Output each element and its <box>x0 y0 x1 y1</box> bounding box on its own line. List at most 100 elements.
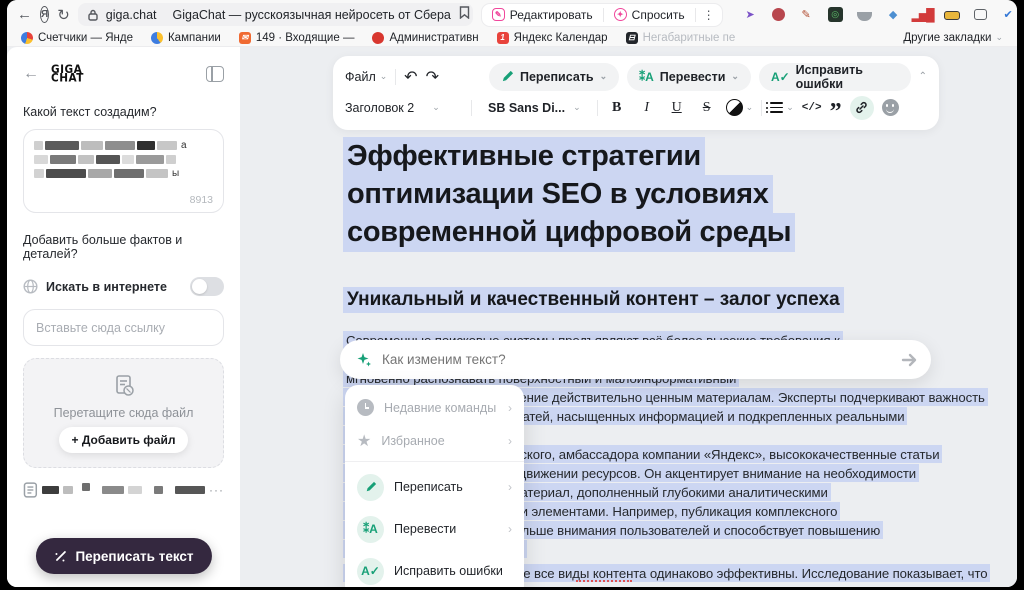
back-arrow-icon[interactable]: ← <box>23 65 39 83</box>
bookmark-admin[interactable]: Административн <box>372 32 478 44</box>
bookmark-campaigns[interactable]: Кампании <box>151 32 221 44</box>
document-icon <box>23 482 38 498</box>
document-h1-line: оптимизации SEO в условиях <box>343 175 773 214</box>
link-input[interactable] <box>23 309 224 346</box>
spellcheck-icon: A✓ <box>771 70 790 84</box>
emoji-button[interactable] <box>882 99 899 116</box>
redacted-text <box>63 486 73 494</box>
bookmark-metrika[interactable]: Счетчики — Янде <box>21 32 133 44</box>
magic-pencil-icon <box>53 549 67 563</box>
edit-icon: ✎ <box>492 8 505 21</box>
red-circle-extension-icon[interactable] <box>772 8 785 21</box>
bookmark-label: Кампании <box>168 32 221 44</box>
bullet-list-icon <box>770 102 783 112</box>
dark-favicon: ⊟ <box>626 32 638 44</box>
clock-icon <box>357 399 374 416</box>
bookmark-label: Счетчики — Янде <box>38 32 133 44</box>
menu-item-fix-errors[interactable]: A✓ Исправить ошибки <box>345 550 524 587</box>
bar-chart-extension-icon[interactable]: ▂▅█ <box>915 7 930 22</box>
person-check-extension-icon[interactable]: ✔ <box>1001 7 1016 22</box>
redacted-text <box>175 486 205 494</box>
bookmark-label: Негабаритные пе <box>643 32 736 44</box>
rewrite-text-button[interactable]: Переписать текст <box>35 538 211 574</box>
menu-item-favorites[interactable]: ★ Избранное › <box>345 424 524 457</box>
back-icon[interactable]: ← <box>17 6 32 23</box>
collapse-toolbar-icon[interactable]: ⌃ <box>919 71 927 82</box>
bookmark-inbox[interactable]: ✉ 149 · Входящие — <box>239 32 355 44</box>
globe-icon <box>23 279 38 294</box>
pencil-extension-icon[interactable]: ✎ <box>799 7 814 22</box>
menu-item-translate[interactable]: ⁑A Перевести › <box>345 508 524 550</box>
gigachat-app: ← GIGA CHAT Какой текст создадим? а <box>7 47 1017 587</box>
sparkle-icon <box>356 352 372 368</box>
gray-shape-extension-icon[interactable] <box>857 12 872 21</box>
code-button[interactable]: </> <box>802 102 822 114</box>
fix-errors-button[interactable]: A✓ Исправить ошибки <box>759 63 911 91</box>
other-bookmarks-button[interactable]: Другие закладки ⌄ <box>903 32 1003 44</box>
redacted-text <box>102 486 124 494</box>
file-menu-button[interactable]: Файл ⌄ <box>345 70 387 84</box>
menu-item-rewrite[interactable]: Переписать › <box>345 466 524 508</box>
translate-button[interactable]: ⁑A Перевести ⌄ <box>627 63 751 91</box>
chevron-right-icon: › <box>508 434 512 448</box>
battery-extension-icon[interactable] <box>944 11 960 20</box>
cube-extension-icon[interactable]: ◆ <box>886 7 901 22</box>
redacted-text <box>82 483 90 491</box>
sidebar: ← GIGA CHAT Какой текст создадим? а <box>7 47 240 587</box>
link-button[interactable] <box>850 96 874 120</box>
file-dropzone[interactable]: Перетащите сюда файл + Добавить файл <box>23 358 224 468</box>
flag-extension-icon[interactable] <box>974 9 987 20</box>
bold-button[interactable]: B <box>606 100 628 116</box>
bookmark-oversized[interactable]: ⊟ Негабаритные пе <box>626 32 736 44</box>
browser-chrome: ← Я ↻ giga.chat GigaChat — русскоязычная… <box>7 0 1017 47</box>
font-dropdown[interactable]: SB Sans Di... ⌄ <box>480 101 589 115</box>
web-search-toggle[interactable] <box>190 277 224 296</box>
chevron-down-icon: ⌄ <box>731 71 739 82</box>
list-button[interactable]: ⌄ <box>770 102 794 113</box>
rewrite-button[interactable]: Переписать ⌄ <box>489 63 619 91</box>
chevron-right-icon: › <box>508 401 512 415</box>
color-button[interactable]: ⌄ <box>726 99 754 116</box>
bookmark-flag-icon[interactable] <box>459 6 470 24</box>
toolbar-row-actions: Файл ⌄ ↶ ↷ Переписать ⌄ ⁑A Перевести <box>345 61 927 92</box>
menu-item-label: Исправить ошибки <box>394 564 503 578</box>
bookmark-calendar[interactable]: 1 Яндекс Календар <box>497 32 608 44</box>
ask-button[interactable]: ✦ Спросить <box>604 8 695 22</box>
attached-file-item[interactable]: ··· <box>23 482 224 498</box>
editor-toolbar: Файл ⌄ ↶ ↷ Переписать ⌄ ⁑A Перевести <box>333 56 939 130</box>
prompt-textarea[interactable]: а ы 8913 <box>23 129 224 213</box>
refresh-icon[interactable]: ↻ <box>57 6 70 24</box>
edit-button[interactable]: ✎ Редактировать <box>482 8 603 22</box>
translate-label: Перевести <box>660 70 726 84</box>
chevron-down-icon: ⌄ <box>995 32 1003 43</box>
strikethrough-button[interactable]: S <box>696 100 718 116</box>
green-square-extension-icon[interactable]: ◎ <box>828 7 843 22</box>
address-bar[interactable]: giga.chat GigaChat — русскоязычная нейро… <box>78 3 473 26</box>
redacted-text: ы <box>34 168 213 179</box>
yandex-browser-icon[interactable]: Я <box>40 6 49 23</box>
italic-button[interactable]: I <box>636 100 658 116</box>
redacted-text <box>34 154 213 165</box>
mail-favicon: ✉ <box>239 32 251 44</box>
more-menu-icon[interactable]: ⋮ <box>696 8 722 22</box>
ai-command-field[interactable] <box>382 352 885 367</box>
chevron-down-icon: ⌄ <box>786 102 794 113</box>
lock-icon <box>88 9 98 21</box>
quote-button[interactable]: ” <box>830 107 842 117</box>
ai-command-input[interactable] <box>340 340 931 379</box>
send-button[interactable] <box>895 345 925 375</box>
document-h1-line: Эффективные стратегии <box>343 137 705 176</box>
web-search-row: Искать в интернете <box>23 277 224 296</box>
menu-item-recent[interactable]: Недавние команды › <box>345 391 524 424</box>
rewrite-text-label: Переписать текст <box>75 549 193 564</box>
paragraph-style-dropdown[interactable]: Заголовок 2 ⌄ <box>345 101 463 115</box>
file-menu-icon[interactable]: ··· <box>209 483 224 497</box>
collapse-panel-icon[interactable] <box>206 66 224 82</box>
send-arrow-icon <box>901 352 919 368</box>
contrast-circle-icon <box>726 99 743 116</box>
undo-button[interactable]: ↶ <box>404 67 417 87</box>
underline-button[interactable]: U <box>666 100 688 116</box>
feather-extension-icon[interactable]: ➤ <box>743 7 758 22</box>
redo-button[interactable]: ↷ <box>426 67 439 87</box>
add-file-button[interactable]: + Добавить файл <box>59 427 189 453</box>
